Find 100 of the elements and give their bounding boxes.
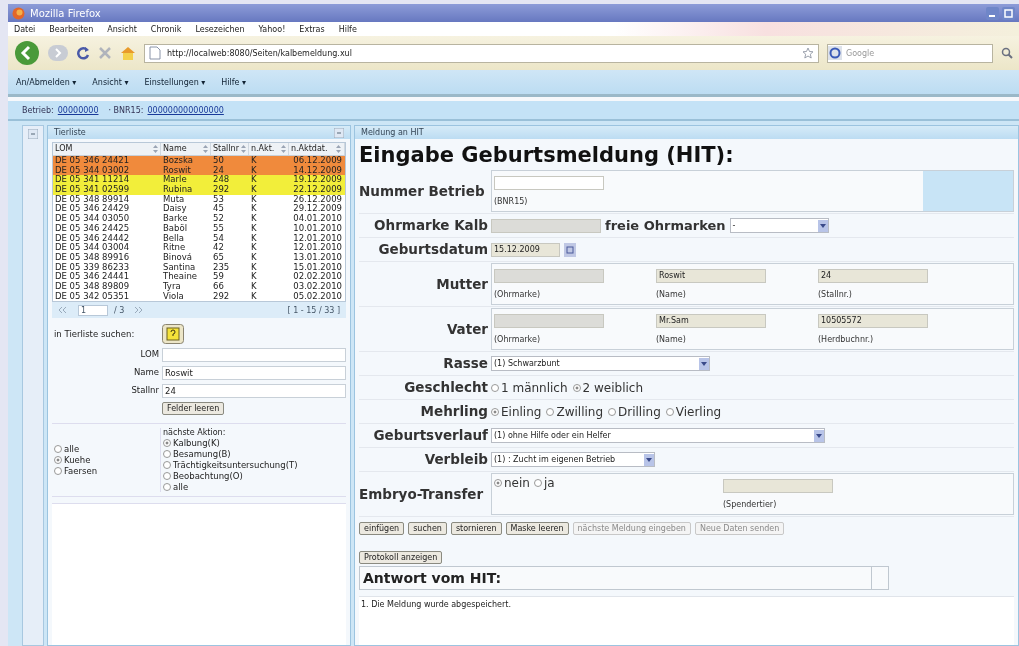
- context-value[interactable]: 000000000000000: [147, 105, 224, 115]
- radio-button[interactable]: [572, 383, 581, 392]
- reload-icon[interactable]: [76, 46, 90, 60]
- close-icon[interactable]: [98, 46, 112, 60]
- menu-item[interactable]: Hilfe ▾: [221, 77, 247, 87]
- radio-button[interactable]: [491, 383, 499, 392]
- protocol-button[interactable]: Protokoll anzeigen: [359, 551, 443, 564]
- radio-button[interactable]: [54, 445, 62, 454]
- expand-icon[interactable]: [28, 129, 38, 139]
- minimize-icon[interactable]: [986, 6, 999, 20]
- table-cell-text: Baböl: [162, 223, 188, 234]
- form-button[interactable]: einfügen: [359, 522, 405, 535]
- table-row[interactable]: DE 05 341 11214 Marle 248 K 19.12.2009: [53, 175, 345, 186]
- radio-button[interactable]: [533, 479, 542, 487]
- form-button[interactable]: suchen: [408, 522, 447, 535]
- column-header[interactable]: n.Akt.: [249, 143, 289, 155]
- table-row[interactable]: DE 05 348 89916 Binová 65 K 13.01.2010: [53, 252, 345, 263]
- table-row[interactable]: DE 05 346 24442 Bella 54 K 12.01.2010: [53, 233, 345, 244]
- dropdown[interactable]: (1) ohne Hilfe oder ein Helfer: [491, 428, 825, 443]
- radio-button[interactable]: [665, 407, 674, 416]
- radio-button[interactable]: [546, 407, 555, 416]
- column-header[interactable]: n.Aktdat.: [289, 143, 345, 155]
- menu-item[interactable]: Extras: [299, 24, 325, 34]
- table-cell-text: Muta: [162, 194, 186, 204]
- table-row[interactable]: DE 05 341 02599 Rubina 292 K 22.12.2009: [53, 185, 345, 195]
- radio-button[interactable]: [608, 407, 616, 416]
- radio-button[interactable]: [163, 461, 171, 470]
- menu-item[interactable]: Hilfe: [338, 24, 357, 34]
- menu-item[interactable]: Datei: [14, 24, 36, 34]
- search-icon[interactable]: [1001, 47, 1013, 59]
- table-row[interactable]: DE 05 346 24421 Bozska 50 K 06.12.2009: [53, 156, 345, 166]
- table-cell-text: K: [250, 156, 258, 166]
- form-button[interactable]: stornieren: [450, 522, 502, 535]
- input-field[interactable]: Roswit: [656, 269, 766, 284]
- radio-button[interactable]: [163, 472, 171, 481]
- menu-item[interactable]: Lesezeichen: [195, 24, 245, 34]
- table-row[interactable]: DE 05 342 05351 Viola 292 K 05.02.2010: [53, 291, 345, 302]
- input-field[interactable]: 10505572: [818, 314, 928, 329]
- input-field[interactable]: [494, 314, 604, 329]
- table-cell-text: 05.02.2010: [292, 291, 343, 302]
- dropdown[interactable]: (1) : Zucht im eigenen Betrieb: [491, 452, 655, 467]
- table-cell-text: 45: [212, 204, 225, 214]
- table-row[interactable]: DE 05 346 24441 Theaine 59 K 02.02.2010: [53, 272, 345, 282]
- date-field[interactable]: 15.12.2009: [491, 242, 560, 257]
- menu-item[interactable]: An/Abmelden ▾: [16, 77, 77, 87]
- table-cell-text: 292: [212, 185, 231, 195]
- input-field[interactable]: 24: [162, 384, 346, 399]
- table-row[interactable]: DE 05 344 03004 Ritne 42 K 12.01.2010: [53, 243, 345, 253]
- calendar-icon[interactable]: [564, 242, 576, 257]
- input-field[interactable]: [494, 176, 604, 191]
- table-row[interactable]: DE 05 346 24425 Baböl 55 K 10.01.2010: [53, 223, 345, 234]
- radio-button[interactable]: [54, 467, 62, 476]
- radio-button[interactable]: [54, 456, 62, 465]
- input-field[interactable]: Roswit: [162, 366, 346, 381]
- search-help-icon[interactable]: [162, 324, 184, 345]
- table-row[interactable]: DE 05 346 24429 Daisy 45 K 29.12.2009: [53, 204, 345, 215]
- column-header[interactable]: LOM: [53, 143, 161, 155]
- page-field[interactable]: 1: [78, 304, 108, 316]
- forward-icon[interactable]: [48, 44, 68, 62]
- menu-item[interactable]: Ansicht ▾: [92, 77, 129, 87]
- menu-item[interactable]: Chronik: [150, 24, 182, 34]
- table-row[interactable]: DE 05 348 89914 Muta 53 K 26.12.2009: [53, 194, 345, 205]
- input-field[interactable]: [162, 348, 346, 363]
- collapse-icon[interactable]: [334, 127, 344, 138]
- clear-button[interactable]: Felder leeren: [162, 402, 225, 416]
- maximize-icon[interactable]: [1002, 6, 1015, 20]
- input-field[interactable]: Mr.Sam: [656, 314, 766, 329]
- menu-item[interactable]: Yahoo!: [258, 24, 286, 34]
- dropdown[interactable]: (1) Schwarzbunt: [491, 356, 710, 371]
- table-row[interactable]: DE 05 348 89809 Tyra 66 K 03.02.2010: [53, 281, 345, 292]
- radio-button[interactable]: [494, 479, 502, 487]
- address-bar[interactable]: http://localweb:8080/Seiten/kalbemeldung.xul: [144, 43, 819, 63]
- menu-item[interactable]: Ansicht: [107, 24, 137, 34]
- search-label: in Tierliste suchen:: [53, 328, 136, 342]
- form-button[interactable]: Maske leeren: [505, 522, 569, 535]
- caret-icon: [814, 429, 824, 442]
- context-value[interactable]: 00000000: [57, 105, 99, 115]
- input-field[interactable]: [723, 479, 833, 494]
- radio-button[interactable]: [491, 407, 499, 416]
- back-icon[interactable]: [14, 40, 40, 66]
- dropdown[interactable]: -: [729, 218, 829, 233]
- radio-button[interactable]: [163, 439, 171, 448]
- star-icon[interactable]: [802, 47, 814, 59]
- menu-item[interactable]: Einstellungen ▾: [144, 77, 206, 87]
- radio-button[interactable]: [163, 483, 171, 492]
- table-row[interactable]: DE 05 344 03050 Barke 52 K 04.01.2010: [53, 214, 345, 224]
- column-header[interactable]: Stallnr: [211, 143, 249, 155]
- radio-button[interactable]: [163, 450, 171, 459]
- table-cell-text: 12.01.2010: [292, 233, 343, 243]
- input-field[interactable]: [491, 218, 601, 233]
- input-field[interactable]: [494, 269, 604, 284]
- table-row[interactable]: DE 05 344 03002 Roswit 24 K 14.12.2009: [53, 165, 345, 176]
- home-icon[interactable]: [120, 46, 136, 60]
- panel-title: Tierliste: [54, 128, 86, 137]
- input-field[interactable]: 24: [818, 269, 928, 284]
- menu-item[interactable]: Bearbeiten: [49, 24, 94, 34]
- table-cell-text: 02.02.2010: [292, 272, 343, 282]
- column-header[interactable]: Name: [161, 143, 211, 155]
- table-row[interactable]: DE 05 339 86233 Santina 235 K 15.01.2010: [53, 262, 345, 273]
- table-cell-text: DE 05 344 03002: [54, 165, 131, 175]
